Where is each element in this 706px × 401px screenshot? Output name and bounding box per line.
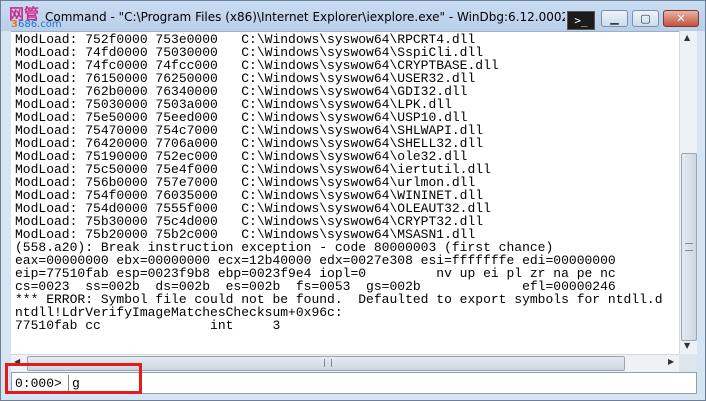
- command-output[interactable]: ModLoad: 752f0000 753e0000 C:\Windows\sy…: [11, 31, 679, 355]
- output-lines: ModLoad: 752f0000 753e0000 C:\Windows\sy…: [15, 33, 663, 332]
- vertical-scrollbar[interactable]: ▲ ▼: [679, 31, 697, 354]
- scroll-down-arrow[interactable]: ▼: [684, 341, 690, 350]
- close-button[interactable]: ✕: [663, 10, 699, 27]
- highlight-annotation: [5, 363, 142, 394]
- output-line: 77510fab cc int 3: [15, 318, 281, 333]
- command-input[interactable]: [72, 374, 690, 392]
- vertical-scroll-thumb[interactable]: [681, 153, 697, 341]
- windbg-window: Command - "C:\Program Files (x86)\Intern…: [0, 0, 706, 401]
- title-bar[interactable]: Command - "C:\Program Files (x86)\Intern…: [1, 1, 705, 31]
- watermark-sub: 3686.com: [11, 19, 62, 30]
- watermark-logo: 网管 3686.com: [3, 3, 81, 33]
- scroll-right-arrow[interactable]: ▶: [668, 357, 674, 366]
- minimize-button[interactable]: ▁: [601, 10, 628, 27]
- scroll-up-arrow[interactable]: ▲: [684, 33, 690, 42]
- window-title: Command - "C:\Program Files (x86)\Intern…: [45, 10, 565, 24]
- command-prompt-icon[interactable]: >_: [567, 11, 595, 30]
- maximize-button[interactable]: ▢: [632, 10, 659, 27]
- size-grip: [679, 354, 696, 371]
